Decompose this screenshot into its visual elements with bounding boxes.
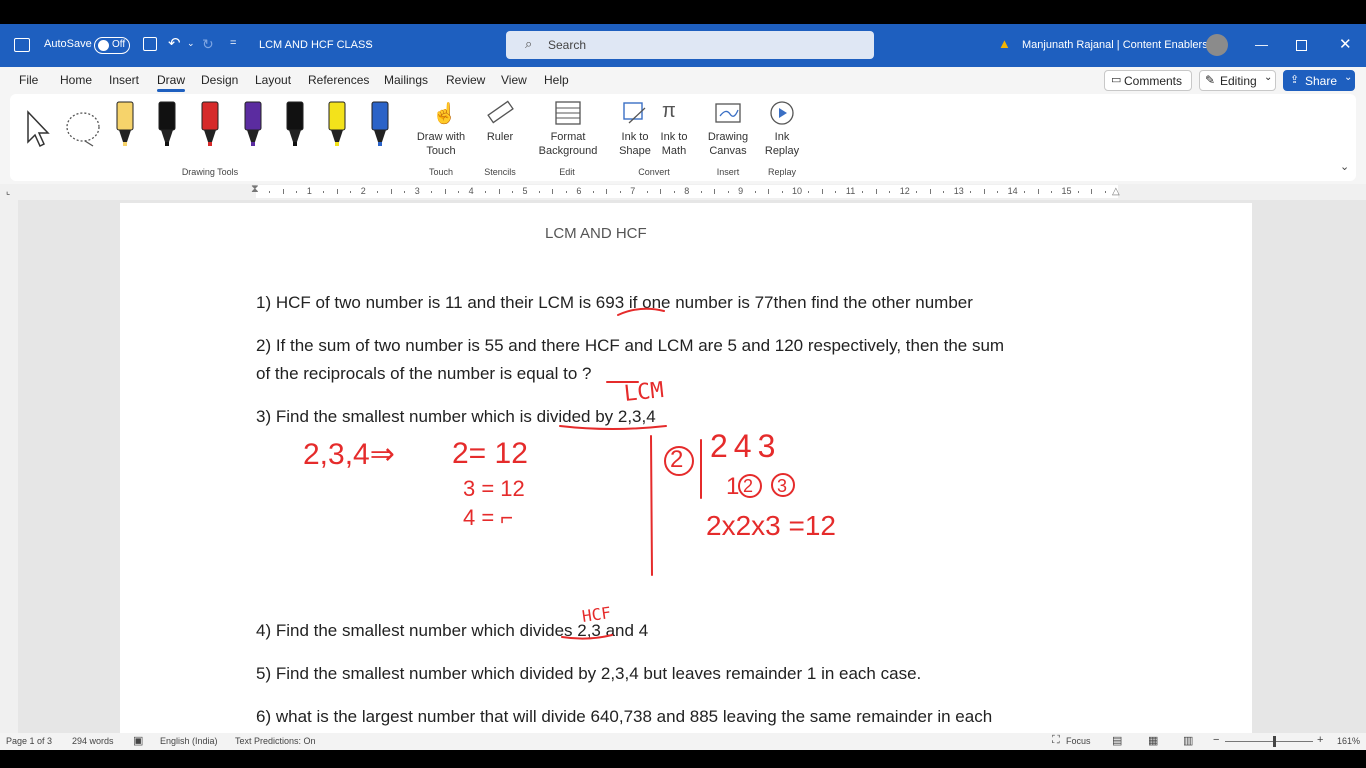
ink-divider-line xyxy=(650,435,653,576)
ink-lcm: LCM xyxy=(622,377,665,408)
zoom-slider[interactable] xyxy=(1225,741,1313,742)
status-bar: Page 1 of 3 294 words ▣ English (India) … xyxy=(0,733,1366,750)
ink-product: 2x2x3 =12 xyxy=(706,510,836,541)
screen-bottom-bar xyxy=(0,750,1366,768)
ink-eq-1: 2= 12 xyxy=(452,437,528,470)
ink-underline-q1 xyxy=(617,307,665,316)
zoom-level[interactable]: 161% xyxy=(1337,736,1360,746)
ink-left-expression: 2,3,4⇒ xyxy=(303,438,395,471)
language-status[interactable]: English (India) xyxy=(160,736,218,746)
ink-row-2-b: 2 xyxy=(743,476,754,496)
ink-circled-two: 2 xyxy=(670,446,684,473)
text-predictions-status[interactable]: Text Predictions: On xyxy=(235,736,316,746)
ink-eq-3: 4 = ⌐ xyxy=(463,505,514,530)
ink-underline-q4 xyxy=(561,634,613,640)
proofing-icon[interactable]: ▣ xyxy=(133,734,143,747)
read-mode-icon[interactable]: ▤ xyxy=(1112,734,1122,747)
print-layout-icon[interactable]: ▦ xyxy=(1148,734,1158,747)
zoom-out-icon[interactable]: − xyxy=(1213,734,1219,746)
zoom-slider-thumb[interactable] xyxy=(1273,736,1276,747)
word-count[interactable]: 294 words xyxy=(72,736,114,746)
web-layout-icon[interactable]: ▥ xyxy=(1183,734,1193,747)
ink-hcf: HCF xyxy=(580,603,613,626)
focus-button[interactable]: Focus xyxy=(1066,736,1091,746)
ink-row-2-a: 1 xyxy=(726,473,740,500)
focus-icon[interactable]: ⛶ xyxy=(1052,734,1060,747)
ink-eq-2: 3 = 12 xyxy=(463,476,525,501)
page-count[interactable]: Page 1 of 3 xyxy=(6,736,52,746)
zoom-in-icon[interactable]: + xyxy=(1317,734,1323,746)
ink-underline-q3 xyxy=(559,425,667,430)
ink-row-2-c: 3 xyxy=(777,476,788,496)
ink-row-1: 243 xyxy=(710,428,782,464)
ink-strokes xyxy=(559,307,795,640)
